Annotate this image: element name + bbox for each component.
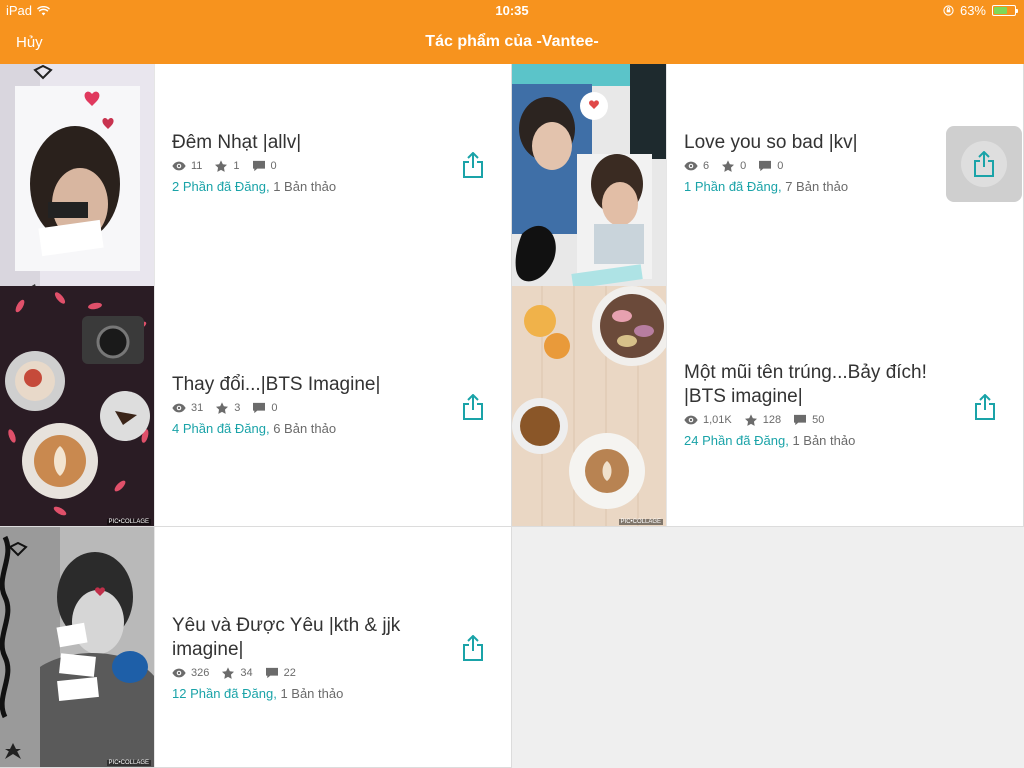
published-count[interactable]: 12 Phần đã Đăng, [172, 686, 277, 701]
comment-count: 0 [271, 402, 278, 414]
view-count: 31 [191, 402, 204, 414]
comment-count: 0 [777, 160, 784, 172]
story-title[interactable]: Yêu và Được Yêu |kth & jjk imagine| [172, 614, 452, 662]
share-icon [975, 394, 995, 420]
comment-icon [252, 160, 265, 172]
orientation-lock-icon [943, 5, 954, 16]
eye-icon [172, 161, 186, 171]
share-icon [974, 151, 994, 177]
share-button[interactable] [450, 142, 496, 188]
share-button[interactable] [450, 625, 496, 671]
published-count[interactable]: 4 Phần đã Đăng, [172, 421, 270, 436]
vote-count: 1 [233, 160, 240, 172]
view-count: 1,01K [703, 414, 732, 426]
view-count: 11 [191, 160, 203, 172]
comment-count: 50 [812, 414, 825, 426]
nav-bar: Hủy Tác phẩm của -Vantee- [0, 22, 1024, 64]
clock: 10:35 [495, 3, 529, 18]
story-card[interactable]: PIC•COLLAGE Một mũi tên trúng...Bảy đích… [512, 286, 1024, 527]
cover-watermark: PIC•COLLAGE [618, 519, 663, 525]
comment-icon [253, 402, 266, 414]
story-title[interactable]: Đêm Nhạt |allv| [172, 131, 452, 155]
story-cover: PIC•COLLAGE [512, 64, 667, 304]
eye-icon [684, 161, 698, 171]
story-cover: PIC•COLLAGE [0, 286, 155, 526]
draft-count: 6 Bản thảo [273, 421, 337, 436]
eye-icon [172, 668, 186, 678]
story-card[interactable]: PIC•COLLAGE Yêu và Được Yêu |kth & jjk i… [0, 527, 512, 768]
star-icon [744, 414, 757, 426]
story-card[interactable]: PIC•COLLAGE Đêm Nhạt |allv| 11 1 0 2 Phầ… [0, 64, 512, 305]
story-title[interactable]: Thay đổi...|BTS Imagine| [172, 373, 452, 397]
draft-count: 7 Bản thảo [785, 179, 849, 194]
story-cover: PIC•COLLAGE [0, 527, 155, 767]
published-count[interactable]: 24 Phần đã Đăng, [684, 433, 789, 448]
share-button[interactable] [450, 384, 496, 430]
cover-watermark: PIC•COLLAGE [106, 760, 151, 766]
share-button[interactable] [946, 126, 1022, 202]
star-icon [215, 160, 228, 172]
eye-icon [684, 415, 698, 425]
story-cover: PIC•COLLAGE [512, 286, 667, 526]
comment-count: 22 [283, 667, 296, 679]
comment-icon [794, 414, 807, 426]
eye-icon [172, 403, 186, 413]
share-icon [463, 394, 483, 420]
share-button[interactable] [962, 384, 1008, 430]
share-icon [463, 635, 483, 661]
status-bar: iPad 10:35 63% [0, 0, 1024, 22]
draft-count: 1 Bản thảo [280, 686, 344, 701]
published-count[interactable]: 1 Phần đã Đăng, [684, 179, 782, 194]
story-card[interactable]: PIC•COLLAGE Thay đổi...|BTS Imagine| 31 … [0, 286, 512, 527]
vote-count: 3 [234, 402, 241, 414]
published-count[interactable]: 2 Phần đã Đăng, [172, 179, 270, 194]
share-icon [463, 152, 483, 178]
vote-count: 34 [240, 667, 253, 679]
comment-count: 0 [270, 160, 277, 172]
comment-icon [265, 667, 278, 679]
vote-count: 0 [740, 160, 747, 172]
cover-watermark: PIC•COLLAGE [106, 519, 151, 525]
battery-percent: 63% [959, 3, 986, 18]
vote-count: 128 [762, 414, 782, 426]
page-title: Tác phẩm của -Vantee- [425, 33, 599, 50]
draft-count: 1 Bản thảo [273, 179, 337, 194]
star-icon [222, 667, 235, 679]
draft-count: 1 Bản thảo [792, 433, 856, 448]
top-bar: iPad 10:35 63% Hủy Tác phẩm của -Vantee- [0, 0, 1024, 64]
star-icon [722, 160, 735, 172]
view-count: 6 [703, 160, 710, 172]
story-card[interactable]: PIC•COLLAGE Love you so bad |kv| 6 0 0 1… [512, 64, 1024, 305]
story-title[interactable]: Love you so bad |kv| [684, 131, 964, 155]
story-title[interactable]: Một mũi tên trúng...Bảy đích! |BTS imagi… [684, 361, 964, 409]
battery-icon [992, 5, 1018, 16]
story-cover: PIC•COLLAGE [0, 64, 155, 304]
view-count: 326 [191, 667, 210, 679]
star-icon [216, 402, 229, 414]
comment-icon [759, 160, 772, 172]
